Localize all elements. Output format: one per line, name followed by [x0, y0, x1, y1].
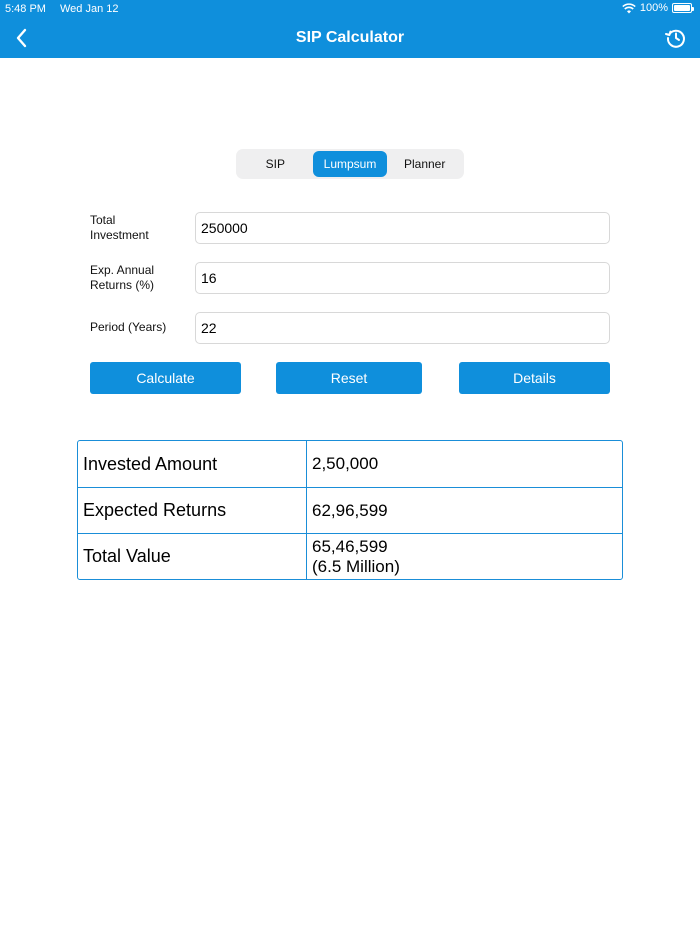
page-title: SIP Calculator	[295, 29, 405, 46]
expected-returns-label: Expected Returns	[78, 487, 307, 533]
navigation-bar: 5:48 PM Wed Jan 12 100% SIP Calculator	[0, 0, 700, 58]
status-indicators: 100%	[622, 2, 694, 14]
history-button[interactable]	[664, 26, 688, 50]
total-investment-input[interactable]	[195, 212, 610, 244]
calculator-mode-tabs: SIP Lumpsum Planner	[236, 149, 464, 179]
battery-percent: 100%	[639, 2, 668, 14]
wifi-icon	[622, 2, 636, 13]
annual-returns-input[interactable]	[195, 262, 610, 294]
status-date: Wed Jan 12	[60, 3, 119, 15]
annual-returns-label: Exp. Annual Returns (%)	[90, 263, 155, 292]
table-row: Expected Returns 62,96,599	[78, 487, 622, 533]
tab-planner[interactable]: Planner	[387, 151, 462, 177]
reset-button[interactable]: Reset	[276, 362, 422, 394]
tab-sip[interactable]: SIP	[238, 151, 313, 177]
table-row: Total Value 65,46,599 (6.5 Million)	[78, 533, 622, 579]
total-value-amount: 65,46,599	[312, 536, 388, 556]
calculate-button[interactable]: Calculate	[90, 362, 241, 394]
tab-lumpsum[interactable]: Lumpsum	[312, 151, 388, 177]
expected-returns-value: 62,96,599	[307, 487, 622, 533]
results-table: Invested Amount 2,50,000 Expected Return…	[77, 440, 623, 580]
total-value-cell: 65,46,599 (6.5 Million)	[307, 533, 622, 579]
period-label: Period (Years)	[90, 320, 167, 334]
invested-amount-value: 2,50,000	[312, 454, 379, 473]
total-value-note: (6.5 Million)	[312, 556, 400, 576]
invested-amount-label: Invested Amount	[78, 441, 307, 487]
period-input[interactable]	[195, 312, 610, 344]
status-time: 5:48 PM	[5, 3, 46, 15]
total-value-label: Total Value	[78, 533, 307, 579]
battery-icon	[672, 3, 694, 13]
history-icon	[665, 29, 685, 48]
total-investment-label: Total Investment	[90, 213, 149, 242]
table-row: Invested Amount 2,50,000	[78, 441, 622, 487]
details-button[interactable]: Details	[459, 362, 610, 394]
